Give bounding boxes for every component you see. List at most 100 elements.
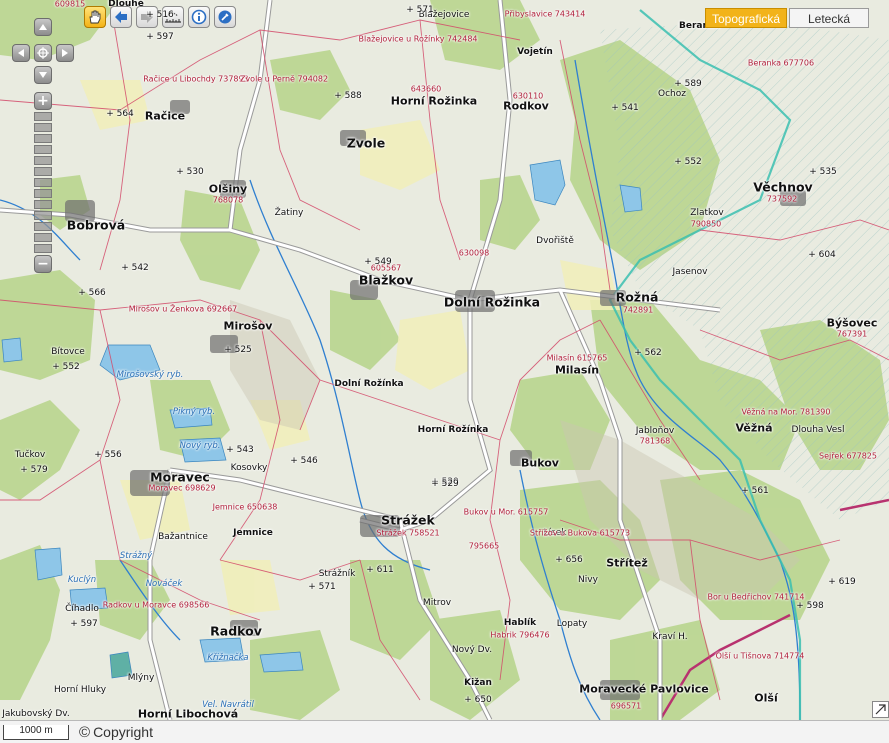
map-base-layer [0, 0, 889, 720]
cadastral-label: Radkov u Moravce 698566 [102, 600, 210, 610]
pan-right-icon[interactable] [56, 44, 74, 62]
spot-height-label: + 571 [406, 5, 434, 15]
zoom-level-step[interactable] [34, 134, 52, 143]
spot-height-label: + 597 [70, 619, 98, 629]
place-label: Jemnice [233, 528, 273, 538]
spot-height-label: + 589 [674, 79, 702, 89]
zoom-level-step[interactable] [34, 178, 52, 187]
spot-height-label: + 561 [741, 486, 769, 496]
expand-overview-icon[interactable] [872, 701, 889, 718]
pan-hand-icon[interactable] [84, 6, 106, 28]
map-application: Dolní Rožinka Bobrová Moravec Strážek Zv… [0, 0, 889, 743]
water-label: Nový ryb. [179, 441, 221, 451]
cadastral-label: 795665 [468, 541, 500, 551]
place-label: Tučkov [14, 450, 46, 460]
zoom-level-step[interactable] [34, 112, 52, 121]
layer-topographic-button[interactable]: Topografická [705, 8, 787, 28]
place-label: Nový Dv. [451, 645, 493, 655]
zoom-in-button[interactable]: + [34, 92, 52, 110]
spot-height-label: + 579 [20, 465, 48, 475]
place-label: Lopaty [556, 619, 588, 629]
zoom-level-step[interactable] [34, 222, 52, 231]
cadastral-label: Strážek 758521 [376, 528, 440, 538]
cadastral-label: Moravec 698629 [148, 483, 216, 493]
zoom-level-step[interactable] [34, 123, 52, 132]
cadastral-label: Střížov u Bukova 615773 [529, 528, 631, 538]
pan-center-icon[interactable] [34, 44, 52, 62]
spot-height-label: + 571 [308, 582, 336, 592]
spot-height-label: + 529 [431, 479, 459, 489]
place-label: Kosovky [230, 463, 268, 473]
place-label: Horní Hluky [53, 685, 107, 695]
cadastral-label: 609815 [54, 0, 86, 9]
zoom-level-step[interactable] [34, 233, 52, 242]
layer-aerial-button[interactable]: Letecká [789, 8, 869, 28]
place-label: Jabloňov [635, 426, 675, 436]
zoom-level-step[interactable] [34, 167, 52, 176]
spot-height-label: + 597 [146, 32, 174, 42]
place-label: Olší [754, 691, 778, 705]
cadastral-label: Zvole u Perně 794082 [239, 74, 329, 84]
zoom-level-step[interactable] [34, 211, 52, 220]
place-label: Račice [144, 109, 186, 123]
place-label: Horní Rožinka [390, 94, 478, 108]
cadastral-label: 630110 [512, 91, 544, 101]
water-label: Křižnačka [207, 653, 249, 663]
copyright-label: Copyright [93, 724, 153, 740]
settings-icon[interactable] [214, 6, 236, 28]
place-label: Dolní Rožínka [334, 379, 404, 389]
place-label: Kižan [464, 678, 492, 688]
zoom-level-step[interactable] [34, 189, 52, 198]
zoom-level-step[interactable] [34, 156, 52, 165]
place-label: Mlýny [127, 673, 155, 683]
cadastral-label: 643660 [410, 84, 442, 94]
pan-left-icon[interactable] [12, 44, 30, 62]
place-label: Strážník [318, 569, 356, 579]
place-label: Horní Rožínka [417, 425, 489, 435]
place-label: Jasenov [672, 267, 708, 277]
place-label: Jakubovský Dv. [2, 709, 70, 719]
spot-height-label: + 650 [464, 695, 492, 705]
cadastral-label: 630098 [458, 248, 490, 258]
place-label: Rodkov [503, 99, 549, 113]
place-label: Bukov [521, 456, 559, 470]
spot-height-label: + 619 [828, 577, 856, 587]
place-label: Nivy [578, 575, 598, 585]
copyright-link[interactable]: © Copyright [79, 724, 153, 741]
spot-height-label: + 535 [809, 167, 837, 177]
place-label: Mitrov [422, 598, 452, 608]
place-label: Vojetín [517, 47, 553, 57]
place-label: Zvole [346, 135, 386, 151]
cadastral-label: 767391 [836, 329, 868, 339]
water-label: Nováček [145, 579, 183, 589]
place-label: Strážek [381, 512, 435, 528]
water-label: Kuclýn [67, 575, 97, 585]
cadastral-label: 768078 [212, 195, 244, 205]
place-label: Blažkov [358, 272, 414, 288]
cadastral-label: 781368 [639, 436, 671, 446]
zoom-level-step[interactable] [34, 145, 52, 154]
place-label: Střítež [606, 556, 648, 570]
layer-switcher: Topografická Letecká [705, 8, 869, 28]
info-icon[interactable] [188, 6, 210, 28]
cadastral-label: Mirošov u Ženkova 692667 [128, 304, 238, 314]
spot-height-label: + 542 [121, 263, 149, 273]
place-label: Dolní Rožinka [443, 294, 541, 310]
spot-height-label: + 598 [796, 601, 824, 611]
water-label: Mirošovský ryb. [116, 370, 184, 380]
place-label: Žatiny [274, 208, 304, 218]
zoom-out-button[interactable]: − [34, 255, 52, 273]
zoom-level-step[interactable] [34, 200, 52, 209]
cadastral-label: Bukov u Mor. 615757 [463, 507, 549, 517]
spot-height-label: + 552 [52, 362, 80, 372]
place-label: Dlouha Vesl [791, 425, 845, 435]
pan-down-icon[interactable] [34, 66, 52, 84]
zoom-level-step[interactable] [34, 244, 52, 253]
map-footer: 1000 m © Copyright [0, 721, 889, 743]
cadastral-label: 790850 [690, 219, 722, 229]
topographic-map-canvas[interactable]: Dolní Rožinka Bobrová Moravec Strážek Zv… [0, 0, 889, 721]
zoom-control: + − [34, 92, 52, 273]
back-arrow-icon[interactable] [110, 6, 132, 28]
place-label: Milasín [554, 363, 600, 377]
pan-up-icon[interactable] [34, 18, 52, 36]
